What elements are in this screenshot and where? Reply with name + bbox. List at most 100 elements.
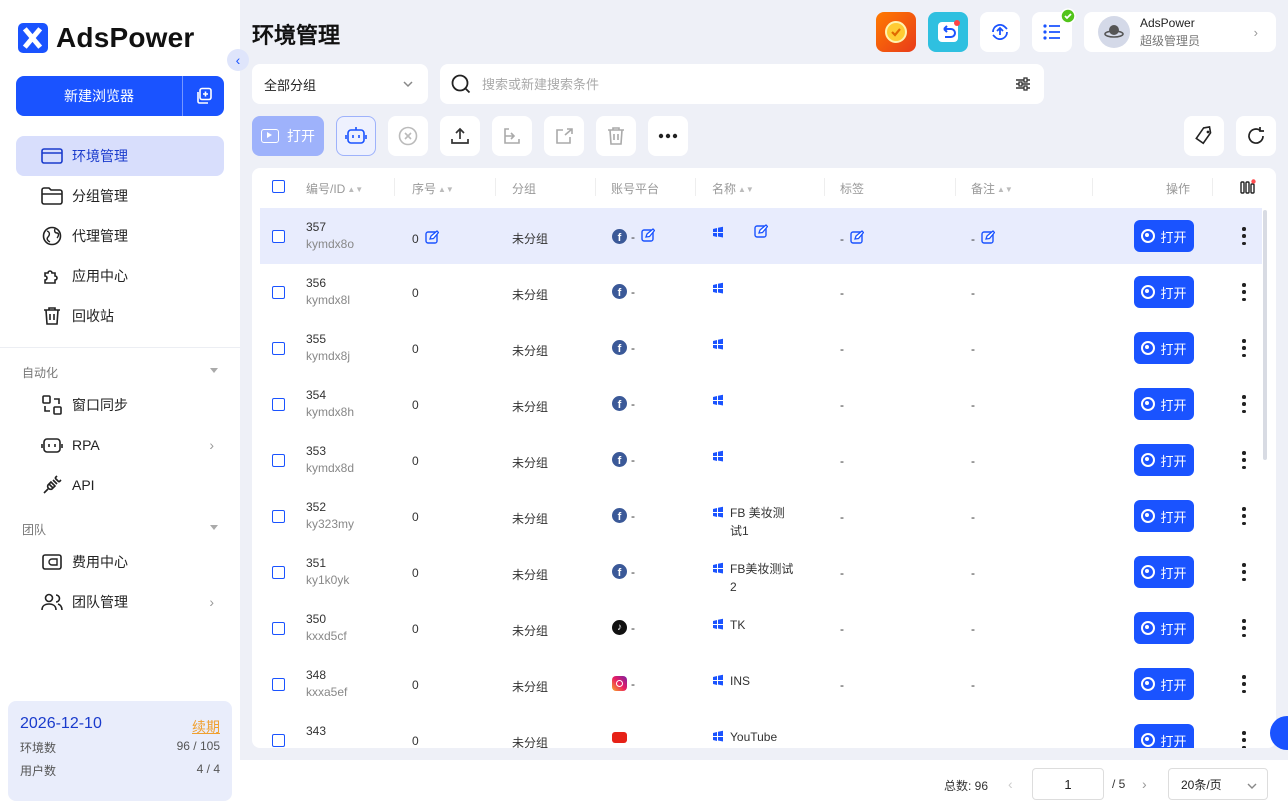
new-browser-button[interactable]: 新建浏览器 [16, 76, 183, 116]
more-actions-button[interactable] [648, 116, 688, 156]
batch-close-button[interactable] [388, 116, 428, 156]
open-profile-button[interactable]: 打开 [1134, 556, 1194, 588]
table-row[interactable]: 352 ky323my 0 未分组 f - FB 美妆测试1- - 打开 [260, 488, 1262, 544]
row-more-button[interactable] [1238, 225, 1250, 247]
open-profile-button[interactable]: 打开 [1134, 668, 1194, 700]
sidebar-item-billing[interactable]: 费用中心 [16, 542, 224, 582]
filter-settings-icon[interactable] [1014, 75, 1032, 93]
seq-value: 0 [412, 510, 419, 524]
brand-logo[interactable]: AdsPower [18, 22, 195, 54]
open-label: 打开 [1160, 509, 1187, 525]
group-cell: 未分组 [512, 400, 549, 414]
row-more-button[interactable] [1238, 281, 1250, 303]
table-row[interactable]: 348 kxxa5ef 0 未分组 - INS - - 打开 [260, 656, 1262, 712]
sidebar-item-window-sync[interactable]: 窗口同步 [16, 385, 224, 425]
note-value: - [971, 398, 975, 412]
open-profile-button[interactable]: 打开 [1134, 612, 1194, 644]
edit-icon[interactable] [641, 228, 656, 245]
table-row[interactable]: 353 kymdx8d 0 未分组 f - - - 打开 [260, 432, 1262, 488]
row-checkbox[interactable] [272, 398, 285, 411]
sidebar-item-proxies[interactable]: 代理管理 [16, 216, 224, 256]
search-input[interactable] [482, 76, 982, 92]
open-profile-button[interactable]: 打开 [1134, 388, 1194, 420]
select-all-checkbox[interactable] [272, 180, 285, 193]
refund-button[interactable] [928, 12, 968, 52]
column-header-note[interactable]: 备注 ▲▼ [971, 180, 1013, 197]
row-checkbox[interactable] [272, 230, 285, 243]
sidebar-item-team[interactable]: 团队管理 › [16, 582, 224, 622]
automation-section-toggle[interactable]: 自动化 [22, 364, 218, 381]
column-header-name[interactable]: 名称 ▲▼ [712, 180, 754, 197]
table-row[interactable]: 351 ky1k0yk 0 未分组 f - FB美妆测试2- - 打开 [260, 544, 1262, 600]
table-row[interactable]: 354 kymdx8h 0 未分组 f - - - 打开 [260, 376, 1262, 432]
next-page-button[interactable]: › [1142, 776, 1147, 792]
page-size-select[interactable]: 20条/页 [1168, 768, 1268, 800]
profile-name: TK [730, 618, 746, 632]
edit-icon[interactable] [424, 230, 440, 247]
collapse-sidebar-button[interactable]: ‹ [227, 49, 249, 71]
row-checkbox[interactable] [272, 622, 285, 635]
sidebar-item-rpa[interactable]: RPA › [16, 425, 224, 465]
row-checkbox[interactable] [272, 566, 285, 579]
group-filter-value: 全部分组 [264, 77, 317, 93]
column-header-id[interactable]: 编号/ID ▲▼ [306, 180, 363, 197]
column-settings-button[interactable] [1240, 179, 1256, 198]
sidebar-item-apps[interactable]: 应用中心 [16, 256, 224, 296]
open-profile-button[interactable]: 打开 [1134, 332, 1194, 364]
table-row[interactable]: 355 kymdx8j 0 未分组 f - - - 打开 [260, 320, 1262, 376]
move-to-group-button[interactable] [492, 116, 532, 156]
row-more-button[interactable] [1238, 505, 1250, 527]
renew-link[interactable]: 续期 [192, 717, 220, 737]
row-more-button[interactable] [1238, 561, 1250, 583]
column-divider [1212, 178, 1213, 196]
user-menu[interactable]: AdsPower 超级管理员 › [1084, 12, 1276, 52]
row-more-button[interactable] [1238, 449, 1250, 471]
edit-icon[interactable] [850, 230, 865, 247]
open-profile-button[interactable]: 打开 [1134, 276, 1194, 308]
row-more-button[interactable] [1238, 673, 1250, 695]
prev-page-button[interactable]: ‹ [1008, 776, 1013, 792]
table-row[interactable]: 343 0 未分组 YouTube 打开 [260, 712, 1262, 748]
row-more-button[interactable] [1238, 729, 1250, 748]
row-checkbox[interactable] [272, 678, 285, 691]
row-more-button[interactable] [1238, 337, 1250, 359]
column-header-seq[interactable]: 序号 ▲▼ [412, 180, 454, 197]
group-filter-select[interactable]: 全部分组 [252, 64, 428, 104]
row-checkbox[interactable] [272, 510, 285, 523]
team-section-toggle[interactable]: 团队 [22, 521, 218, 538]
row-checkbox[interactable] [272, 734, 285, 747]
row-checkbox[interactable] [272, 342, 285, 355]
open-profile-button[interactable]: 打开 [1134, 220, 1194, 252]
sidebar-item-environment[interactable]: 环境管理 [16, 136, 224, 176]
upload-button[interactable] [440, 116, 480, 156]
page-number-input[interactable]: 1 [1032, 768, 1104, 800]
tag-button[interactable] [1184, 116, 1224, 156]
rpa-button[interactable] [336, 116, 376, 156]
task-list-button[interactable] [1032, 8, 1076, 52]
row-checkbox[interactable] [272, 286, 285, 299]
open-profile-button[interactable]: 打开 [1134, 500, 1194, 532]
row-more-button[interactable] [1238, 393, 1250, 415]
sort-icon: ▲▼ [347, 185, 364, 195]
refresh-button[interactable] [1236, 116, 1276, 156]
sidebar-item-groups[interactable]: 分组管理 [16, 176, 224, 216]
sidebar-item-trash[interactable]: 回收站 [16, 296, 224, 336]
coin-reward-button[interactable] [876, 12, 916, 52]
row-checkbox[interactable] [272, 454, 285, 467]
table-row[interactable]: 356 kymdx8l 0 未分组 f - - - 打开 [260, 264, 1262, 320]
open-profile-button[interactable]: 打开 [1134, 444, 1194, 476]
share-button[interactable] [544, 116, 584, 156]
table-row[interactable]: 357 kymdx8o 0 未分组 f - - - 打开 [260, 208, 1262, 264]
browser-core-icon [1141, 509, 1156, 523]
row-more-button[interactable] [1238, 617, 1250, 639]
table-row[interactable]: 350 kxxd5cf 0 未分组 ♪ - TK - - 打开 [260, 600, 1262, 656]
open-profile-button[interactable]: 打开 [1134, 724, 1194, 748]
delete-button[interactable] [596, 116, 636, 156]
update-button[interactable] [980, 12, 1020, 52]
edit-icon[interactable] [981, 230, 996, 247]
edit-icon[interactable] [754, 224, 769, 241]
batch-add-button[interactable] [183, 76, 224, 116]
batch-open-button[interactable]: 打开 [252, 116, 324, 156]
sidebar-item-api[interactable]: API [16, 465, 224, 505]
table-scrollbar[interactable] [1263, 210, 1267, 460]
